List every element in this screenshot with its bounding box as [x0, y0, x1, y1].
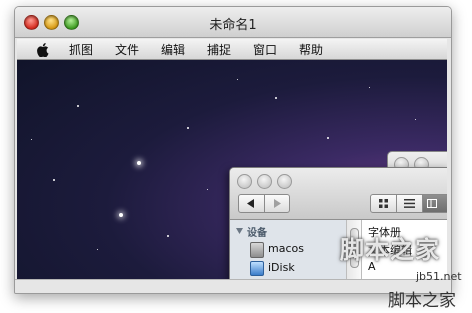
star — [31, 139, 32, 140]
menu-item-capture[interactable]: 抓图 — [69, 41, 93, 58]
finder-sidebar: 设备 macos iDisk — [230, 220, 346, 279]
list-view-button[interactable] — [397, 195, 423, 212]
zoom-button[interactable] — [277, 174, 292, 189]
star — [97, 249, 98, 250]
hard-drive-icon — [250, 242, 264, 258]
list-icon — [404, 199, 415, 208]
sidebar-item-label: macos — [268, 242, 304, 255]
sidebar-item-label: iDisk — [268, 261, 295, 274]
watermark: 脚本之家 jb51.net 脚本之家 — [330, 230, 472, 313]
star — [237, 79, 238, 80]
watermark-art-logo: 脚本之家 — [340, 235, 440, 264]
star — [275, 97, 277, 99]
star — [77, 105, 79, 107]
minimize-button[interactable] — [257, 174, 272, 189]
menu-item-edit[interactable]: 编辑 — [161, 41, 185, 58]
watermark-name: 脚本之家 — [388, 291, 456, 311]
idisk-icon — [250, 261, 264, 276]
star — [187, 127, 189, 129]
star — [369, 87, 370, 88]
back-button[interactable] — [239, 195, 265, 212]
finder-toolbar — [230, 168, 447, 220]
watermark-site: jb51.net — [416, 270, 462, 283]
menu-item-snap[interactable]: 捕捉 — [207, 41, 231, 58]
mac-menu-bar: 抓图 文件 编辑 捕捉 窗口 帮助 — [17, 39, 447, 60]
star — [207, 189, 208, 190]
view-mode-control — [370, 194, 447, 213]
icon-view-button[interactable] — [371, 195, 397, 212]
grid-icon — [379, 199, 388, 208]
star — [53, 179, 55, 181]
columns-icon — [427, 199, 437, 208]
title-bar: 未命名1 — [15, 7, 451, 38]
sidebar-item-idisk[interactable]: iDisk — [230, 259, 346, 277]
sidebar-section-devices: 设备 — [247, 228, 267, 239]
arrow-right-icon — [274, 199, 281, 208]
star — [137, 161, 141, 165]
star — [119, 213, 123, 217]
sidebar-item-macos[interactable]: macos — [230, 240, 346, 258]
apple-logo-icon[interactable] — [37, 42, 49, 58]
window-title: 未命名1 — [209, 18, 257, 33]
arrow-left-icon — [247, 199, 254, 208]
close-button[interactable] — [237, 174, 252, 189]
column-view-button[interactable] — [423, 195, 447, 212]
disclosure-triangle-icon[interactable] — [236, 228, 243, 234]
forward-button[interactable] — [265, 195, 289, 212]
star — [327, 137, 329, 139]
menu-item-window[interactable]: 窗口 — [253, 41, 277, 58]
back-forward-control — [238, 194, 290, 213]
menu-item-file[interactable]: 文件 — [115, 41, 139, 58]
star — [415, 119, 416, 120]
star — [167, 235, 169, 237]
menu-item-help[interactable]: 帮助 — [299, 41, 323, 58]
